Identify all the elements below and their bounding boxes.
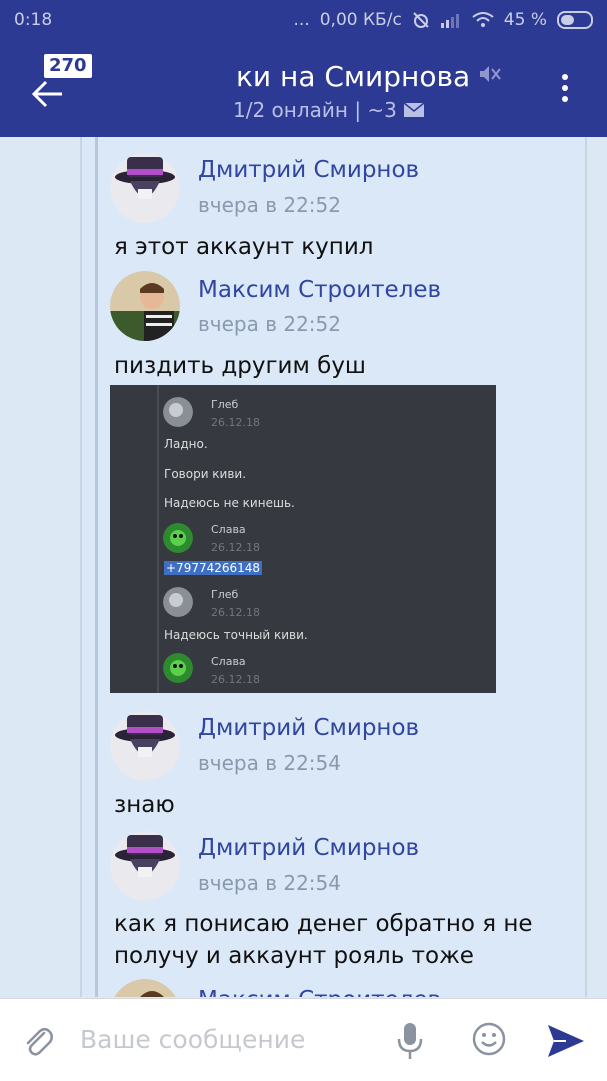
send-icon[interactable] xyxy=(546,1023,586,1059)
mute-icon xyxy=(480,66,501,82)
photo-sender-name: Глеб xyxy=(211,398,239,411)
unread-badge: 270 xyxy=(44,54,92,78)
photo-date: 26.12.18 xyxy=(211,606,260,619)
photo-line: Надеюсь точный киви. xyxy=(164,628,308,642)
envelope-icon xyxy=(403,102,425,117)
sender-name[interactable]: Дмитрий Смирнов xyxy=(198,715,419,741)
message-list[interactable]: Дмитрий Смирнов вчера в 22:52 я этот акк… xyxy=(80,137,587,997)
avatar xyxy=(163,587,193,617)
avatar[interactable] xyxy=(110,979,180,997)
photo-sender-name: Глеб xyxy=(211,588,239,601)
photo-date: 26.12.18 xyxy=(211,541,260,554)
message-text: я этот аккаунт купил xyxy=(114,234,374,260)
online-status: 1/2 онлайн | ~3 xyxy=(233,98,397,122)
back-arrow-icon[interactable] xyxy=(28,74,68,114)
photo-sender-name: Слава xyxy=(211,655,246,668)
photo-sender-name: Слава xyxy=(211,523,246,536)
alarm-off-icon xyxy=(413,12,429,28)
forward-quote-bar xyxy=(95,137,98,997)
wifi-icon xyxy=(472,12,494,27)
avatar[interactable] xyxy=(110,271,180,341)
message-composer: Ваше сообщение xyxy=(0,998,607,1081)
sender-name[interactable]: Дмитрий Смирнов xyxy=(198,835,419,861)
emoji-icon[interactable] xyxy=(471,1021,507,1057)
message-text: знаю xyxy=(114,792,175,818)
photo-line: Говори киви. xyxy=(164,467,247,481)
message-time: вчера в 22:52 xyxy=(198,193,341,217)
more-dots: ... xyxy=(293,10,310,30)
battery-percent: 45 % xyxy=(503,10,547,30)
message-text: получу и аккаунт рояль тоже xyxy=(114,943,474,969)
overflow-menu-icon[interactable] xyxy=(561,74,569,106)
chat-title[interactable]: ки на Смирнова xyxy=(236,60,470,93)
photo-date: 26.12.18 xyxy=(211,416,260,429)
photo-phone-number: +79774266148 xyxy=(164,561,263,575)
chat-subtitle: 1/2 онлайн | ~3 xyxy=(233,98,425,122)
sender-name[interactable]: Максим Строителев xyxy=(198,277,441,303)
battery-icon xyxy=(557,11,593,29)
avatar[interactable] xyxy=(110,711,180,781)
attached-photo[interactable]: Глеб 26.12.18 Ладно. Говори киви. Надеюс… xyxy=(110,385,496,693)
sender-name[interactable]: Максим Строителев xyxy=(198,987,441,997)
avatar xyxy=(163,653,193,683)
avatar[interactable] xyxy=(110,831,180,901)
microphone-icon[interactable] xyxy=(395,1021,425,1061)
status-time: 0:18 xyxy=(14,10,53,30)
avatar[interactable] xyxy=(110,153,180,223)
message-text: как я понисаю денег обратно я не xyxy=(114,911,533,937)
paperclip-icon[interactable] xyxy=(20,1023,54,1057)
chat-header: 270 ки на Смирнова 1/2 онлайн | ~3 xyxy=(0,42,607,137)
status-bar: 0:18 ... 0,00 КБ/с 45 % xyxy=(0,0,607,42)
photo-line: Надеюсь не кинешь. xyxy=(164,496,295,510)
battery-fill xyxy=(561,15,574,25)
network-speed: 0,00 КБ/с xyxy=(319,10,402,30)
sender-name[interactable]: Дмитрий Смирнов xyxy=(198,157,419,183)
avatar xyxy=(163,397,193,427)
message-time: вчера в 22:54 xyxy=(198,871,341,895)
message-time: вчера в 22:54 xyxy=(198,751,341,775)
photo-date: 26.12.18 xyxy=(211,673,260,686)
photo-line: Ладно. xyxy=(164,437,208,451)
message-time: вчера в 22:52 xyxy=(198,312,341,336)
signal-icon xyxy=(440,14,459,28)
message-input[interactable]: Ваше сообщение xyxy=(80,1025,305,1054)
avatar xyxy=(163,523,193,553)
message-text: пиздить другим буш xyxy=(114,353,366,379)
